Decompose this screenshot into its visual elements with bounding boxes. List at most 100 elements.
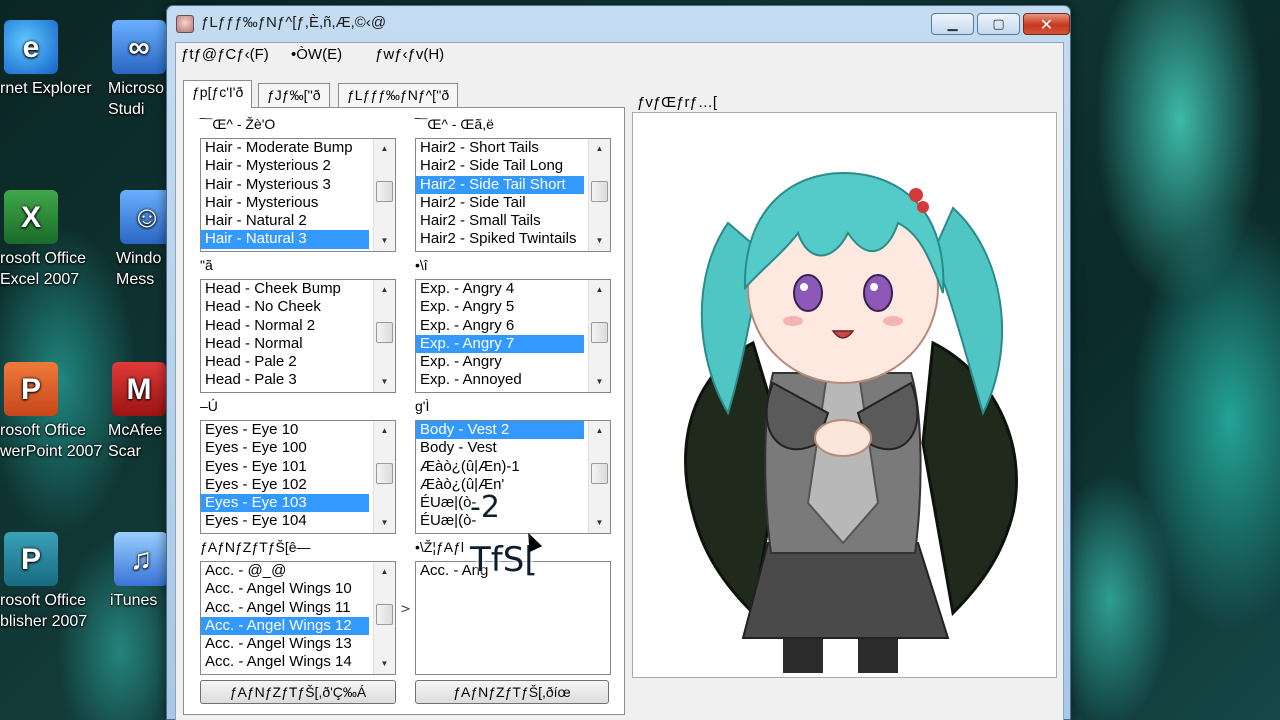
scroll-thumb[interactable] xyxy=(591,181,608,202)
scrollbar[interactable]: ▲ ▼ xyxy=(588,139,610,251)
title-bar[interactable]: ƒLƒƒƒ‰ƒNƒ^[ƒ,È,ñ,Æ,©‹@ ▁ ▢ ✕ xyxy=(167,6,1070,42)
desktop-icon-excel[interactable]: X rosoft Office Excel 2007 xyxy=(0,190,118,290)
list-item[interactable]: Æàò¿(û|Æn' xyxy=(416,476,584,494)
scroll-up-icon[interactable]: ▲ xyxy=(589,281,610,299)
list-item[interactable]: Exp. - Annoyed xyxy=(416,371,584,389)
desktop-icon-internet-explorer[interactable]: e rnet Explorer xyxy=(0,20,120,99)
list-item[interactable]: Eyes - Eye 103 xyxy=(201,494,369,513)
list-item[interactable]: Acc. - Angel Wings 10 xyxy=(201,580,369,598)
list-item[interactable]: Æàò¿(û|Æn)-1 xyxy=(416,458,584,476)
scroll-thumb[interactable] xyxy=(376,181,393,202)
scroll-down-icon[interactable]: ▼ xyxy=(374,514,395,532)
list-item[interactable]: Hair - Mysterious xyxy=(201,194,369,212)
list-item[interactable]: Exp. - Angry xyxy=(416,353,584,371)
menu-help[interactable]: ƒwƒ‹ƒv(H) xyxy=(375,46,444,63)
list-item[interactable]: Head - Pale 3 xyxy=(201,371,369,389)
list-item[interactable]: Exp. - Angry 6 xyxy=(416,317,584,335)
list-item[interactable]: Acc. - Angel Wings 11 xyxy=(201,599,369,617)
list-item[interactable]: Hair2 - Short Tails xyxy=(416,139,584,157)
scroll-down-icon[interactable]: ▼ xyxy=(589,232,610,250)
desktop-icon-messenger[interactable]: ☺ Windo Mess xyxy=(116,190,166,290)
hair-front-list[interactable]: Hair - Moderate Bump Hair - Mysterious 2H… xyxy=(200,138,396,252)
desktop-icon-powerpoint[interactable]: P rosoft Office werPoint 2007 xyxy=(0,362,118,462)
maximize-button[interactable]: ▢ xyxy=(977,13,1020,35)
list-item[interactable]: Eyes - Eye 102 xyxy=(201,476,369,494)
face-list[interactable]: Head - Cheek Bump Head - No Cheek Head - N… xyxy=(200,279,396,393)
right-eye-highlight xyxy=(870,283,878,291)
list-item[interactable]: Acc. - Angel Wings 12 xyxy=(201,616,369,636)
list-item[interactable]: Hair2 - Side Tail Long xyxy=(416,157,584,175)
scroll-up-icon[interactable]: ▲ xyxy=(374,563,395,581)
list-item[interactable]: Eyes - Eye 10 xyxy=(201,421,369,439)
scroll-thumb[interactable] xyxy=(591,463,608,484)
scroll-down-icon[interactable]: ▼ xyxy=(374,655,395,673)
desktop-icon-publisher[interactable]: P rosoft Office blisher 2007 xyxy=(0,532,118,632)
tab-parts[interactable]: ƒp[ƒc'I'ð xyxy=(183,80,253,108)
list-item[interactable]: Hair - Natural 3 xyxy=(201,230,369,249)
hair-back-list[interactable]: Hair2 - Short Tails Hair2 - Side Tail Lon… xyxy=(415,138,611,252)
scroll-down-icon[interactable]: ▼ xyxy=(374,232,395,250)
list-item[interactable]: Exp. - Angry 7 xyxy=(416,334,584,354)
tab-character[interactable]: ƒLƒƒƒ‰ƒNƒ^[''ð xyxy=(338,83,459,107)
list-item[interactable]: Exp. - Angry 4 xyxy=(416,280,584,298)
list-item[interactable]: Eyes - Eye 100 xyxy=(201,439,369,457)
scroll-up-icon[interactable]: ▲ xyxy=(374,140,395,158)
scroll-thumb[interactable] xyxy=(591,322,608,343)
list-item[interactable]: Hair2 - Side Tail Short xyxy=(416,175,584,194)
scrollbar[interactable]: ▲ ▼ xyxy=(588,280,610,392)
scroll-up-icon[interactable]: ▲ xyxy=(374,422,395,440)
body-list[interactable]: Body - Vest 2 Body - Vest Æàò¿(û|Æn)-1 Æàò¿… xyxy=(415,420,611,534)
scrollbar[interactable]: ▲ ▼ xyxy=(373,421,395,533)
expression-list[interactable]: Exp. - Angry 4 Exp. - Angry 5 Exp. - Angry… xyxy=(415,279,611,393)
desktop-icon-itunes[interactable]: ♫ iTunes xyxy=(110,532,166,611)
list-item[interactable]: ÉUæ|(ò- xyxy=(416,512,584,530)
scroll-down-icon[interactable]: ▼ xyxy=(589,514,610,532)
scrollbar[interactable]: ▲ ▼ xyxy=(373,139,395,251)
close-button[interactable]: ✕ xyxy=(1023,13,1070,35)
list-item[interactable]: Hair - Mysterious 3 xyxy=(201,176,369,194)
scroll-down-icon[interactable]: ▼ xyxy=(374,373,395,391)
list-item[interactable]: Body - Vest 2 xyxy=(416,421,584,440)
list-item[interactable]: Hair - Natural 2 xyxy=(201,212,369,230)
list-item[interactable]: Eyes - Eye 104 xyxy=(201,512,369,530)
scrollbar[interactable]: ▲ ▼ xyxy=(588,421,610,533)
remove-accessory-button[interactable]: ƒAƒNƒZƒTƒŠ[,ðíœ xyxy=(415,680,609,704)
desktop-icon-label: rosoft Office werPoint 2007 xyxy=(0,422,103,460)
scroll-thumb[interactable] xyxy=(376,604,393,625)
list-item[interactable]: Body - Vest xyxy=(416,439,584,457)
list-item[interactable]: Hair2 - Spiked Twintails xyxy=(416,230,584,248)
list-item[interactable]: Head - Normal 2 xyxy=(201,317,369,335)
list-item[interactable]: Head - Normal xyxy=(201,335,369,353)
list-item[interactable]: Hair - Mysterious 2 xyxy=(201,157,369,175)
scroll-thumb[interactable] xyxy=(376,463,393,484)
add-accessory-button[interactable]: ƒAƒNƒZƒTƒŠ[,ð'Ç‰Á xyxy=(200,680,396,704)
scroll-up-icon[interactable]: ▲ xyxy=(589,140,610,158)
scroll-thumb[interactable] xyxy=(376,322,393,343)
list-item[interactable]: Acc. - @_@ xyxy=(201,562,369,580)
list-item[interactable]: Acc. - Angel Wings 13 xyxy=(201,635,369,653)
scrollbar[interactable]: ▲ ▼ xyxy=(373,562,395,674)
eyes-list[interactable]: Eyes - Eye 10 Eyes - Eye 100 Eyes - Eye 10… xyxy=(200,420,396,534)
list-item[interactable]: ÉUæ|(ò- xyxy=(416,494,584,512)
list-item[interactable]: Hair - Moderate Bump xyxy=(201,139,369,157)
accessory-list[interactable]: Acc. - @_@ Acc. - Angel Wings 10 Acc. - An… xyxy=(200,561,396,675)
list-item[interactable]: Exp. - Angry 5 xyxy=(416,298,584,316)
scroll-up-icon[interactable]: ▲ xyxy=(374,281,395,299)
desktop-icon-visual-studio[interactable]: ∞ Microso Studi xyxy=(108,20,168,120)
scroll-up-icon[interactable]: ▲ xyxy=(589,422,610,440)
menu-file[interactable]: ƒtƒ@ƒCƒ‹(F) xyxy=(181,46,269,63)
list-item[interactable]: Head - No Cheek xyxy=(201,298,369,316)
list-item[interactable]: Head - Pale 2 xyxy=(201,353,369,371)
scrollbar[interactable]: ▲ ▼ xyxy=(373,280,395,392)
desktop-icon-mcafee[interactable]: M McAfee Scar xyxy=(108,362,166,462)
list-item[interactable]: Hair2 - Side Tail xyxy=(416,194,584,212)
itunes-icon: ♫ xyxy=(114,532,166,586)
tab-color[interactable]: ƒJƒ‰[''ð xyxy=(258,83,330,107)
minimize-button[interactable]: ▁ xyxy=(931,13,974,35)
list-item[interactable]: Eyes - Eye 101 xyxy=(201,458,369,476)
scroll-down-icon[interactable]: ▼ xyxy=(589,373,610,391)
list-item[interactable]: Head - Cheek Bump xyxy=(201,280,369,298)
list-item[interactable]: Acc. - Angel Wings 14 xyxy=(201,653,369,671)
menu-edit[interactable]: •ÒW(E) xyxy=(291,46,342,63)
list-item[interactable]: Hair2 - Small Tails xyxy=(416,212,584,230)
